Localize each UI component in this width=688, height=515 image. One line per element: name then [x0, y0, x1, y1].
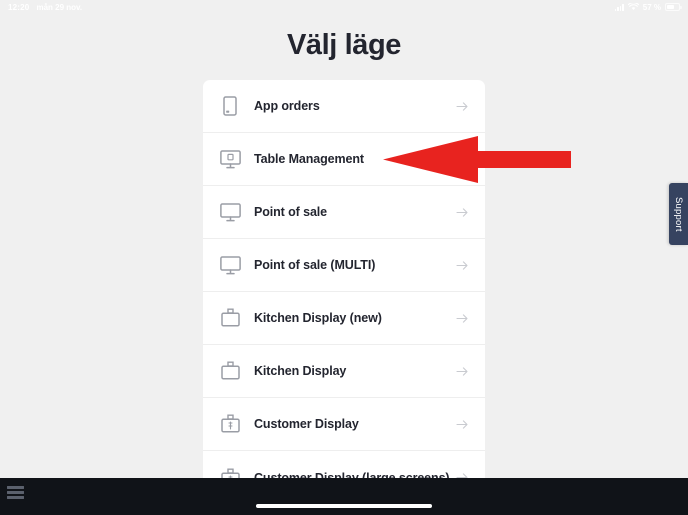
support-tab-label: Support	[673, 196, 684, 232]
mode-label: App orders	[254, 99, 320, 113]
arrow-right-icon	[455, 419, 469, 430]
page-title: Välj läge	[286, 29, 402, 61]
hamburger-menu-icon[interactable]	[7, 486, 24, 499]
support-tab[interactable]: Support	[669, 183, 688, 245]
status-bar-left: 12:20 mån 29 nov.	[8, 3, 82, 12]
arrow-right-icon	[455, 313, 469, 324]
arrow-right-icon	[455, 154, 469, 165]
arrow-right-icon	[455, 207, 469, 218]
arrow-right-icon	[455, 366, 469, 377]
customer-display-icon	[217, 414, 243, 434]
kitchen-printer-icon	[217, 308, 243, 328]
arrow-right-icon	[455, 260, 469, 271]
status-bar-right: 57 %	[614, 2, 682, 12]
bottom-navigation-bar	[0, 478, 688, 515]
tablet-screen: 12:20 mån 29 nov. 57 % Välj läge App ord…	[0, 0, 688, 515]
cellular-signal-icon	[614, 4, 624, 11]
home-indicator[interactable]	[256, 504, 432, 508]
mode-label: Point of sale (MULTI)	[254, 258, 376, 272]
arrow-right-icon	[455, 101, 469, 112]
mode-label: Table Management	[254, 152, 364, 166]
mode-row-app-orders[interactable]: App orders	[203, 80, 485, 133]
status-date: mån 29 nov.	[36, 2, 83, 12]
wifi-icon	[627, 3, 639, 11]
monitor-table-icon	[217, 149, 243, 169]
mode-row-table-management[interactable]: Table Management	[203, 133, 485, 186]
mode-label: Kitchen Display (new)	[254, 311, 382, 325]
mode-label: Customer Display	[254, 417, 359, 431]
mode-row-customer-display[interactable]: Customer Display	[203, 398, 485, 451]
mode-row-kitchen-display-new[interactable]: Kitchen Display (new)	[203, 292, 485, 345]
mode-row-point-of-sale-multi[interactable]: Point of sale (MULTI)	[203, 239, 485, 292]
mode-row-kitchen-display[interactable]: Kitchen Display	[203, 345, 485, 398]
monitor-icon	[217, 202, 243, 222]
status-time: 12:20	[8, 2, 30, 12]
mode-label: Kitchen Display	[254, 364, 347, 378]
mode-label: Point of sale	[254, 205, 328, 219]
battery-icon	[665, 3, 682, 11]
mobile-phone-icon	[217, 96, 243, 116]
mode-list-card: App orders Table Management Point of sal…	[203, 80, 485, 504]
mode-row-point-of-sale[interactable]: Point of sale	[203, 186, 485, 239]
battery-percent: 57 %	[642, 2, 661, 12]
status-bar: 12:20 mån 29 nov. 57 %	[0, 0, 688, 14]
monitor-icon	[217, 255, 243, 275]
kitchen-printer-icon	[217, 361, 243, 381]
